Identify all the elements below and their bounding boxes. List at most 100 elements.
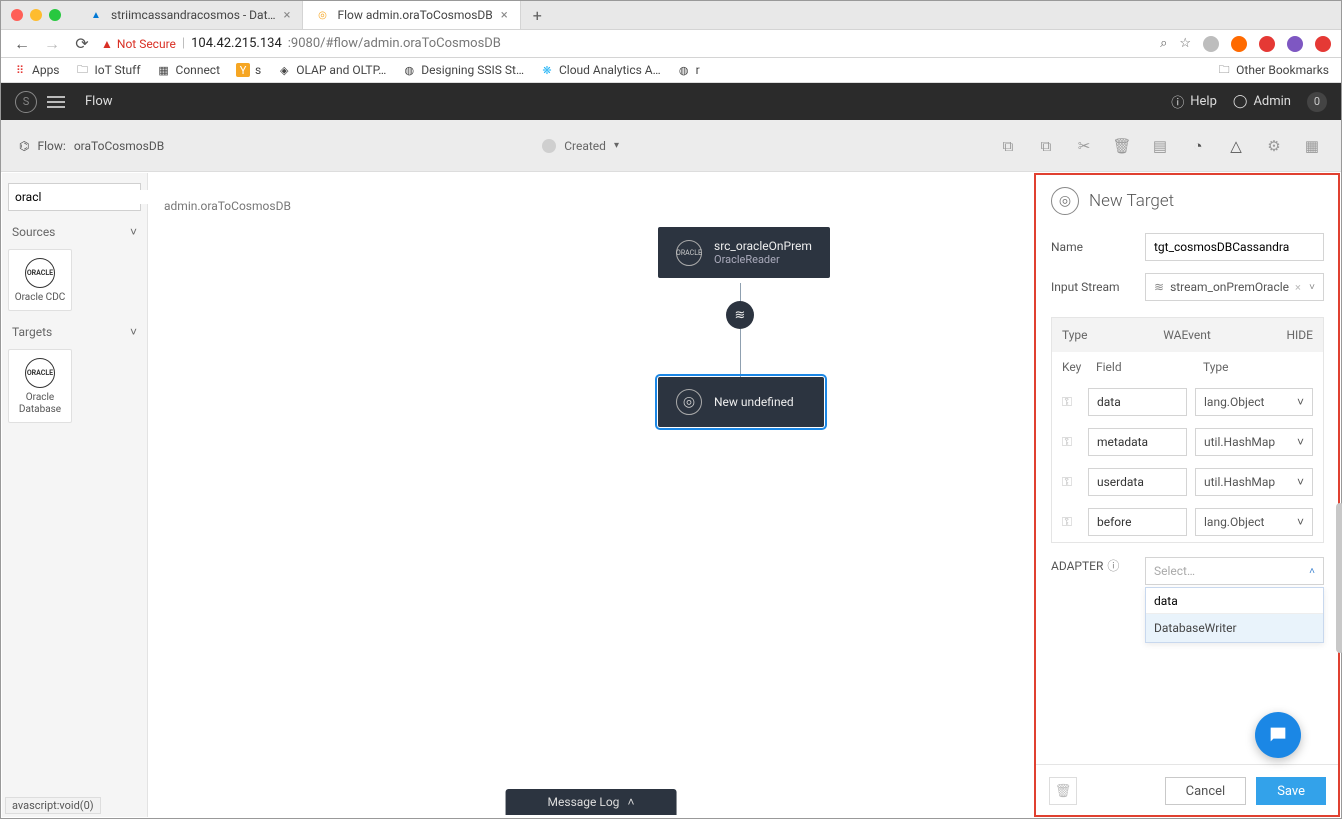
cut-icon[interactable]: ✂ bbox=[1073, 135, 1095, 157]
url-host: 104.42.215.134 bbox=[191, 36, 282, 51]
grid-icon[interactable]: ▦ bbox=[1301, 135, 1323, 157]
save-button[interactable]: Save bbox=[1256, 777, 1326, 805]
gauge-icon[interactable]: ◔ bbox=[1187, 135, 1209, 157]
profile-icon[interactable] bbox=[1287, 36, 1303, 52]
palette-item-oracle-cdc[interactable]: ORACLE Oracle CDC bbox=[8, 249, 72, 311]
chat-icon bbox=[1267, 724, 1289, 746]
bookmark-s[interactable]: Ys bbox=[236, 63, 261, 77]
status-dot-icon bbox=[542, 139, 556, 153]
browser-tab-active[interactable]: ◎ Flow admin.oraToCosmosDB × bbox=[303, 1, 520, 29]
chat-fab[interactable] bbox=[1255, 712, 1301, 758]
oracle-badge-icon: ORACLE bbox=[676, 240, 702, 266]
chevron-down-icon: ˅ bbox=[130, 225, 137, 239]
node-stream[interactable]: ≋ bbox=[726, 301, 754, 329]
copy-icon[interactable]: ⧉ bbox=[997, 135, 1019, 157]
sources-section-toggle[interactable]: Sources˅ bbox=[8, 219, 141, 245]
palette-sidebar: × Sources˅ ORACLE Oracle CDC Targets˅ OR… bbox=[2, 173, 148, 817]
close-tab-icon[interactable]: × bbox=[284, 8, 291, 23]
adapter-search-input[interactable] bbox=[1146, 588, 1323, 614]
minimize-window-icon[interactable] bbox=[30, 9, 42, 21]
apps-bookmark[interactable]: ⠿Apps bbox=[13, 63, 60, 77]
key-icon[interactable]: ⚿ bbox=[1062, 475, 1080, 490]
gear-icon[interactable]: ⚙ bbox=[1263, 135, 1285, 157]
canvas-breadcrumb: admin.oraToCosmosDB bbox=[164, 199, 291, 213]
layout-icon[interactable]: ▤ bbox=[1149, 135, 1171, 157]
adapter-option-databasewriter[interactable]: DatabaseWriter bbox=[1146, 614, 1323, 642]
field-name-input[interactable]: userdata bbox=[1088, 468, 1187, 496]
window-controls[interactable] bbox=[11, 9, 61, 21]
field-type-select[interactable]: util.HashMap˅ bbox=[1195, 468, 1313, 496]
adapter-dropdown[interactable]: DatabaseWriter bbox=[1145, 587, 1324, 643]
folder-icon: 🗀 bbox=[1217, 63, 1231, 77]
info-icon[interactable]: ⓘ bbox=[1107, 557, 1119, 574]
bookmark-olap[interactable]: ◈OLAP and OLTP… bbox=[277, 63, 386, 77]
delete-button[interactable]: 🗑 bbox=[1049, 777, 1077, 805]
browser-tab-inactive[interactable]: ▲ striimcassandracosmos - Dat… × bbox=[77, 1, 303, 29]
input-stream-select[interactable]: ≋ stream_onPremOracle × ˅ bbox=[1145, 273, 1324, 301]
striim-logo-icon[interactable]: S bbox=[15, 91, 37, 113]
cancel-button[interactable]: Cancel bbox=[1165, 777, 1247, 805]
not-secure-badge[interactable]: ▲ Not Secure bbox=[101, 37, 176, 51]
key-icon[interactable]: ⌕ bbox=[1160, 36, 1167, 51]
schema-row: ⚿ before lang.Object˅ bbox=[1052, 502, 1323, 542]
field-type-select[interactable]: lang.Object˅ bbox=[1195, 388, 1313, 416]
close-tab-icon[interactable]: × bbox=[501, 8, 508, 23]
connector-line bbox=[740, 329, 741, 377]
message-log-toggle[interactable]: Message Log ˄ bbox=[506, 789, 677, 815]
field-type-select[interactable]: util.HashMap˅ bbox=[1195, 428, 1313, 456]
key-icon[interactable]: ⚿ bbox=[1062, 515, 1080, 530]
ext-icon-4[interactable] bbox=[1315, 36, 1331, 52]
back-button[interactable]: ← bbox=[11, 34, 33, 54]
address-bar[interactable]: ▲ Not Secure | 104.42.215.134:9080/#flow… bbox=[101, 36, 1152, 51]
ext-icon-1[interactable] bbox=[1203, 36, 1219, 52]
forward-button[interactable]: → bbox=[41, 34, 63, 54]
palette-search[interactable]: × bbox=[8, 183, 141, 211]
adapter-select[interactable]: Select… ˄ bbox=[1145, 557, 1324, 585]
schema-row: ⚿ userdata util.HashMap˅ bbox=[1052, 462, 1323, 502]
flow-status[interactable]: Created▾ bbox=[542, 139, 619, 153]
other-bookmarks[interactable]: 🗀Other Bookmarks bbox=[1217, 63, 1329, 77]
hide-button[interactable]: HIDE bbox=[1286, 328, 1313, 342]
help-button[interactable]: ⓘHelp bbox=[1171, 92, 1217, 111]
field-name-input[interactable]: metadata bbox=[1088, 428, 1187, 456]
clear-icon[interactable]: × bbox=[1295, 281, 1301, 294]
bookmark-r[interactable]: ◍r bbox=[677, 63, 700, 77]
name-input[interactable] bbox=[1145, 233, 1324, 261]
maximize-window-icon[interactable] bbox=[49, 9, 61, 21]
ext-icon-2[interactable] bbox=[1231, 36, 1247, 52]
ext-icon-3[interactable] bbox=[1259, 36, 1275, 52]
key-icon[interactable]: ⚿ bbox=[1062, 435, 1080, 450]
chevron-up-icon: ˄ bbox=[1309, 566, 1315, 577]
oracle-ring-icon: ORACLE bbox=[25, 258, 55, 288]
reload-button[interactable]: ⟳ bbox=[71, 34, 93, 53]
notifications-count[interactable]: 0 bbox=[1307, 92, 1327, 112]
node-source[interactable]: ORACLE src_oracleOnPrem OracleReader bbox=[658, 227, 830, 278]
flow-breadcrumb: ⌬ Flow: oraToCosmosDB bbox=[19, 139, 164, 153]
bookmark-cloud[interactable]: ❋Cloud Analytics A… bbox=[540, 63, 661, 77]
node-target-selected[interactable]: ◎ New undefined bbox=[658, 377, 824, 427]
bookmark-ssis[interactable]: ◍Designing SSIS St… bbox=[402, 63, 524, 77]
chevron-down-icon: ˅ bbox=[1297, 515, 1304, 529]
field-type-select[interactable]: lang.Object˅ bbox=[1195, 508, 1313, 536]
hamburger-menu[interactable] bbox=[47, 93, 65, 111]
palette-item-oracle-db[interactable]: ORACLE Oracle Database bbox=[8, 349, 72, 423]
new-tab-button[interactable]: + bbox=[521, 6, 554, 25]
bookmark-connect[interactable]: ▦Connect bbox=[157, 63, 220, 77]
duplicate-icon[interactable]: ⧉ bbox=[1035, 135, 1057, 157]
close-window-icon[interactable] bbox=[11, 9, 23, 21]
star-icon[interactable]: ☆ bbox=[1179, 36, 1191, 51]
azure-favicon-icon: ▲ bbox=[89, 8, 103, 22]
field-name-input[interactable]: data bbox=[1088, 388, 1187, 416]
bookmark-iot[interactable]: 🗀IoT Stuff bbox=[76, 63, 141, 77]
flow-canvas[interactable]: admin.oraToCosmosDB ORACLE src_oracleOnP… bbox=[148, 173, 1034, 817]
targets-section-toggle[interactable]: Targets˅ bbox=[8, 319, 141, 345]
admin-user[interactable]: ◯Admin bbox=[1233, 94, 1291, 109]
key-icon[interactable]: ⚿ bbox=[1062, 395, 1080, 410]
alert-icon[interactable]: △ bbox=[1225, 135, 1247, 157]
url-path: :9080/#flow/admin.oraToCosmosDB bbox=[288, 36, 501, 51]
input-stream-label: Input Stream bbox=[1051, 280, 1135, 294]
trash-icon[interactable]: 🗑 bbox=[1111, 135, 1133, 157]
chevron-down-icon: ▾ bbox=[614, 140, 619, 151]
globe-icon: ◍ bbox=[402, 63, 416, 77]
field-name-input[interactable]: before bbox=[1088, 508, 1187, 536]
